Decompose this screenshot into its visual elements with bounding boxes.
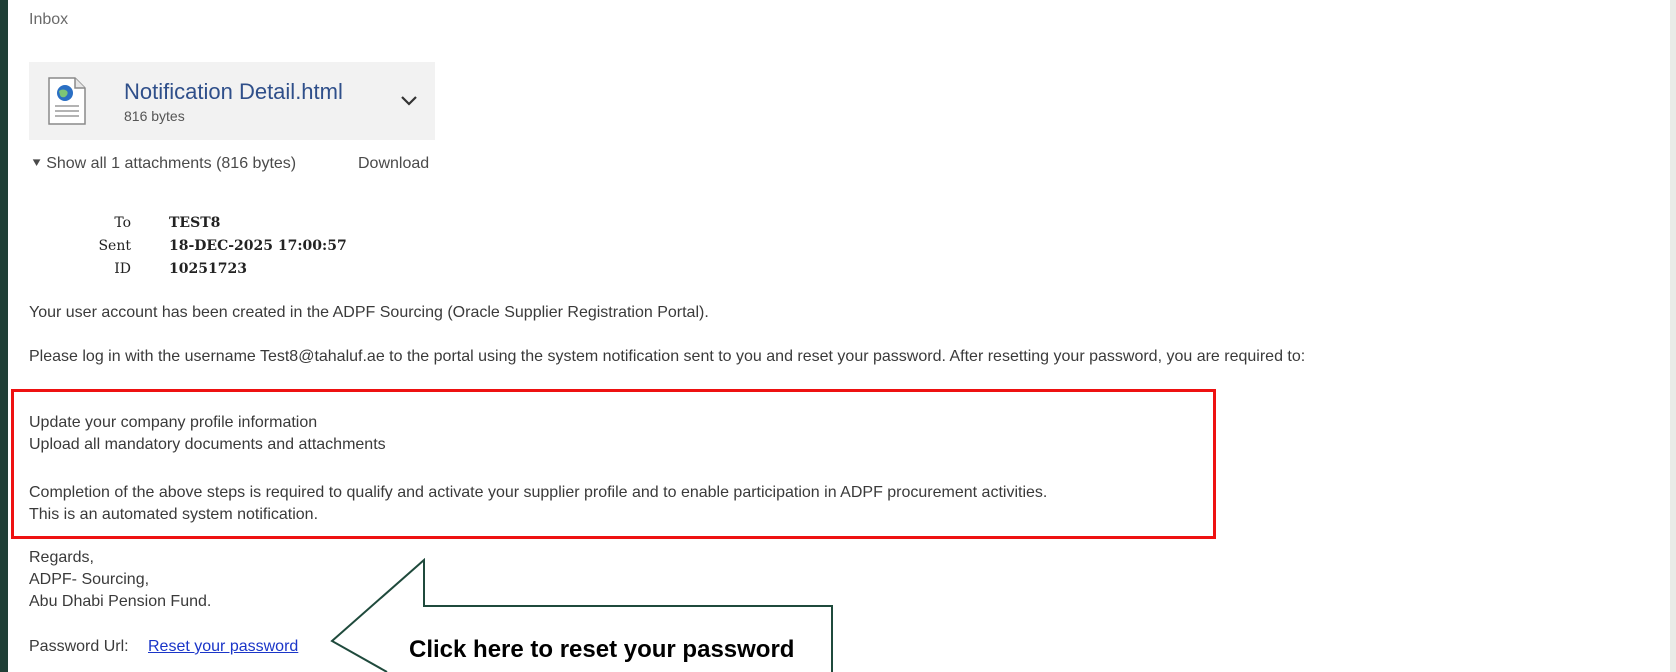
right-edge-strip [1670,0,1676,672]
message-line-login-instructions: Please log in with the username Test8@ta… [29,348,1306,365]
callout-text: Click here to reset your password [409,636,795,663]
message-line-account-created: Your user account has been created in th… [29,304,709,321]
completion-note: Completion of the above steps is require… [29,484,1048,501]
signature-org: Abu Dhabi Pension Fund. [29,593,212,610]
sent-label: Sent [98,238,131,254]
reset-password-link[interactable]: Reset your password [148,638,298,656]
html-file-icon [48,77,86,125]
show-all-attachments-link[interactable]: ⯆ Show all 1 attachments (816 bytes) [31,155,296,173]
password-url-label: Password Url: [29,638,129,655]
show-all-label: Show all 1 attachments (816 bytes) [46,155,297,172]
folder-label[interactable]: Inbox [29,11,68,29]
attachment-file-size: 816 bytes [124,108,185,124]
meta-values: TEST8 18-DEC-2025 17:00:57 10251723 [169,212,347,281]
meta-labels: To Sent ID [95,212,131,281]
automated-note: This is an automated system notification… [29,506,319,523]
sent-value: 18-DEC-2025 17:00:57 [169,238,347,254]
attachment-card[interactable]: Notification Detail.html 816 bytes [29,62,435,140]
download-link[interactable]: Download [358,155,429,173]
to-value: TEST8 [169,215,221,231]
signature-team: ADPF- Sourcing, [29,571,150,588]
double-chevron-down-icon: ⯆ [31,155,43,171]
left-edge-strip [0,0,8,672]
id-value: 10251723 [169,261,247,277]
step-upload-documents: Upload all mandatory documents and attac… [29,436,386,453]
signature: Regards, ADPF- Sourcing, Abu Dhabi Pensi… [29,547,211,613]
id-label: ID [114,261,131,277]
chevron-down-icon[interactable] [399,94,419,108]
signature-regards: Regards, [29,549,94,566]
to-label: To [114,215,131,231]
step-update-profile: Update your company profile information [29,414,318,431]
attachment-file-name[interactable]: Notification Detail.html [124,79,343,105]
